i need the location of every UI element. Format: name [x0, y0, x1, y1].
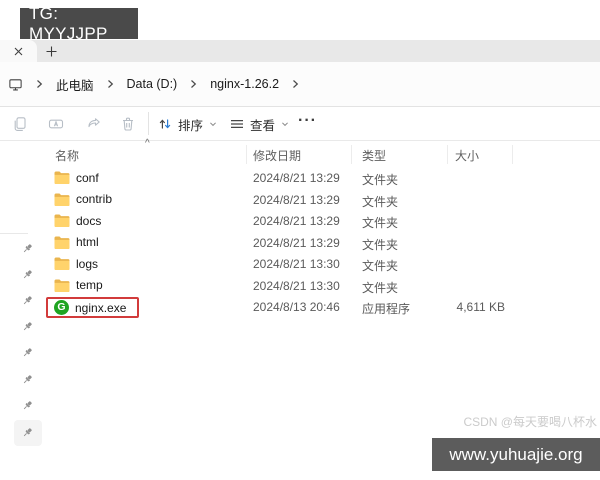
column-header-size[interactable]: 大小: [455, 147, 479, 164]
column-divider[interactable]: [447, 145, 448, 164]
file-row[interactable]: G contrib 2024/8/21 13:29 文件夹: [0, 189, 600, 211]
pin-icon[interactable]: [21, 294, 34, 307]
delete-icon[interactable]: [120, 116, 136, 132]
new-tab-button[interactable]: [42, 42, 60, 60]
column-divider[interactable]: [351, 145, 352, 164]
file-size: 4,611 KB: [456, 300, 505, 314]
file-type: 文件夹: [362, 280, 399, 295]
file-row[interactable]: G logs 2024/8/21 13:30 文件夹: [0, 253, 600, 275]
folder-icon: [54, 257, 70, 271]
sort-button[interactable]: 排序: [158, 112, 217, 136]
file-date: 2024/8/21 13:30: [253, 278, 340, 293]
breadcrumb-chevron-icon[interactable]: [292, 79, 299, 89]
chevron-down-icon: [281, 120, 289, 128]
nav-pane-divider: [0, 233, 28, 234]
file-name: temp: [76, 278, 103, 293]
tg-banner: TG: MYYJJPP: [20, 4, 138, 43]
column-divider[interactable]: [512, 145, 513, 164]
folder-icon: [54, 279, 70, 292]
site-watermark: www.yuhuajie.org: [432, 438, 600, 471]
file-type: 文件夹: [362, 216, 399, 230]
file-name-cell[interactable]: G contrib: [46, 189, 120, 211]
file-date: 2024/8/21 13:29: [253, 192, 340, 207]
file-date: 2024/8/21 13:29: [253, 235, 340, 250]
breadcrumb-item-nginx-folder[interactable]: nginx-1.26.2: [208, 76, 281, 92]
file-list: G conf 2024/8/21 13:29 文件夹 G contrib 202…: [0, 167, 600, 318]
folder-icon: [54, 236, 70, 249]
file-date: 2024/8/13 20:46: [253, 300, 340, 314]
pin-icon[interactable]: [21, 346, 34, 359]
csdn-watermark: CSDN @每天要喝八杯水: [463, 415, 597, 429]
breadcrumb: 此电脑 Data (D:) nginx-1.26.2: [8, 74, 310, 94]
this-pc-icon[interactable]: [8, 77, 23, 92]
file-name: logs: [76, 256, 99, 271]
column-header-row: 名称 ^ 修改日期 类型 大小: [0, 138, 600, 165]
column-header-date[interactable]: 修改日期: [253, 147, 301, 164]
file-date: 2024/8/21 13:30: [253, 257, 340, 271]
breadcrumb-chevron-icon[interactable]: [107, 79, 114, 89]
tg-banner-text: TG: MYYJJPP: [29, 3, 108, 43]
rename-icon[interactable]: [48, 116, 64, 132]
pin-icon[interactable]: [21, 399, 34, 412]
view-label: 查看: [250, 118, 276, 133]
view-icon: [230, 117, 244, 131]
file-name: docs: [76, 213, 102, 228]
breadcrumb-item-this-pc[interactable]: 此电脑: [54, 74, 96, 95]
file-name-cell[interactable]: G temp: [46, 275, 111, 297]
file-name-cell[interactable]: G html: [46, 232, 107, 254]
file-row[interactable]: G docs 2024/8/21 13:29 文件夹: [0, 210, 600, 232]
file-date: 2024/8/21 13:29: [253, 171, 340, 185]
column-header-name[interactable]: 名称: [55, 147, 79, 164]
file-name: nginx.exe: [75, 300, 127, 315]
pin-icon[interactable]: [21, 373, 34, 386]
pin-icon[interactable]: [21, 268, 34, 281]
file-name: conf: [76, 170, 99, 185]
file-row[interactable]: G temp 2024/8/21 13:30 文件夹: [0, 275, 600, 297]
file-name-cell[interactable]: G conf: [46, 167, 107, 189]
view-button[interactable]: 查看: [230, 112, 289, 136]
file-row[interactable]: G conf 2024/8/21 13:29 文件夹: [0, 167, 600, 189]
breadcrumb-item-drive-d[interactable]: Data (D:): [125, 76, 180, 92]
pin-icon[interactable]: [21, 242, 34, 255]
file-name-cell[interactable]: G docs: [46, 210, 109, 232]
pin-icon[interactable]: [21, 320, 34, 333]
nginx-app-icon: G: [54, 300, 69, 315]
share-icon[interactable]: [86, 116, 102, 132]
sort-icon: [158, 117, 172, 131]
tab-close-icon[interactable]: [14, 47, 23, 56]
chevron-down-icon: [209, 120, 217, 128]
site-watermark-text: www.yuhuajie.org: [449, 444, 583, 464]
file-date: 2024/8/21 13:29: [253, 214, 340, 228]
file-name: html: [76, 235, 99, 250]
folder-icon: [54, 171, 70, 185]
file-type: 文件夹: [362, 173, 399, 187]
folder-icon: [54, 214, 70, 228]
file-type: 应用程序: [362, 302, 411, 316]
breadcrumb-chevron-icon[interactable]: [190, 79, 197, 89]
toolbar-divider: [148, 112, 149, 135]
sort-ascending-indicator: ^: [145, 138, 150, 149]
sort-label: 排序: [178, 118, 204, 133]
file-name-cell[interactable]: G logs: [46, 253, 106, 275]
more-options-button[interactable]: ···: [298, 109, 317, 133]
column-divider[interactable]: [246, 145, 247, 164]
file-type: 文件夹: [362, 237, 399, 252]
file-type: 文件夹: [362, 259, 399, 273]
breadcrumb-chevron-icon[interactable]: [36, 79, 43, 89]
file-type: 文件夹: [362, 194, 399, 209]
file-name-cell[interactable]: G nginx.exe: [46, 297, 139, 318]
file-row[interactable]: G nginx.exe 2024/8/13 20:46 应用程序 4,611 K…: [0, 296, 600, 318]
pin-icon[interactable]: [21, 426, 34, 439]
folder-icon: [54, 193, 70, 206]
file-row[interactable]: G html 2024/8/21 13:29 文件夹: [0, 232, 600, 254]
copy-icon[interactable]: [12, 116, 28, 132]
column-header-type[interactable]: 类型: [362, 147, 386, 164]
file-name: contrib: [76, 192, 113, 207]
